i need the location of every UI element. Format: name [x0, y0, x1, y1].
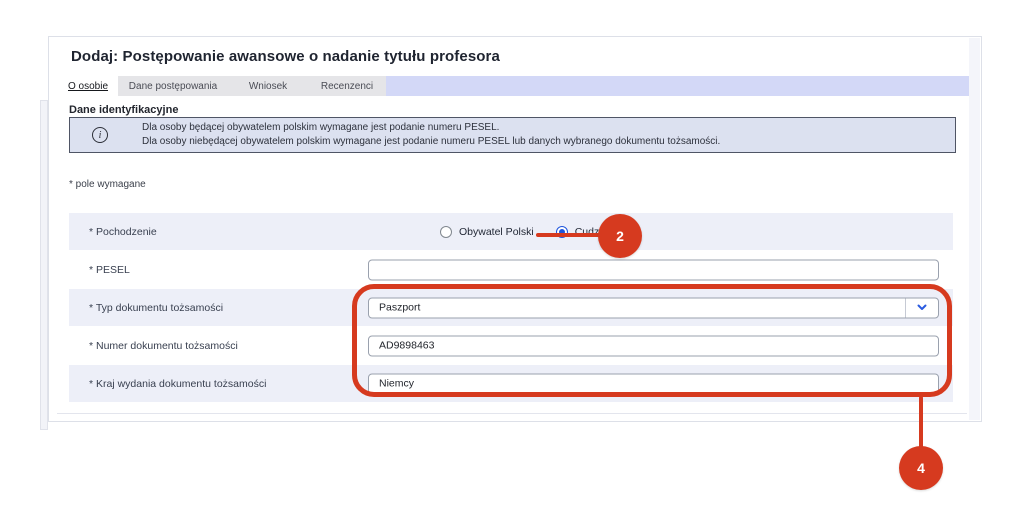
typ-dokumentu-select[interactable]: Paszport [368, 297, 939, 318]
annotation-line-2 [536, 233, 600, 237]
tab-wniosek[interactable]: Wniosek [228, 76, 308, 96]
screen: Dodaj: Postępowanie awansowe o nadanie t… [0, 0, 1024, 522]
field-label: * Pochodzenie [89, 226, 157, 238]
tab-o-osobie[interactable]: O osobie [58, 76, 118, 96]
field-label: * Kraj wydania dokumentu tożsamości [89, 378, 266, 390]
tab-bar: O osobie Dane postępowania Wniosek Recen… [58, 76, 969, 96]
info-line-1: Dla osoby będącej obywatelem polskim wym… [142, 121, 720, 135]
info-text: Dla osoby będącej obywatelem polskim wym… [142, 121, 720, 149]
background-page-edge [40, 100, 48, 430]
numer-dokumentu-input[interactable] [368, 335, 939, 356]
info-line-2: Dla osoby niebędącej obywatelem polskim … [142, 135, 720, 149]
info-circle-icon: i [92, 127, 108, 143]
annotation-badge-4: 4 [899, 446, 943, 490]
tab-dane-postepowania[interactable]: Dane postępowania [118, 76, 228, 96]
radio-unselected-icon [440, 226, 452, 238]
tab-recenzenci[interactable]: Recenzenci [308, 76, 386, 96]
field-label: * PESEL [89, 264, 130, 276]
kraj-wydania-input[interactable] [368, 373, 939, 394]
field-label: * Typ dokumentu tożsamości [89, 302, 223, 314]
page-title: Dodaj: Postępowanie awansowe o nadanie t… [71, 48, 500, 65]
annotation-line-4 [919, 396, 923, 448]
annotation-badge-2: 2 [598, 214, 642, 258]
pesel-input[interactable] [368, 259, 939, 280]
scrollbar-track[interactable] [969, 38, 980, 420]
form-row-numer-dokumentu: * Numer dokumentu tożsamości [69, 327, 953, 364]
form-row-kraj-wydania: * Kraj wydania dokumentu tożsamości [69, 365, 953, 402]
form-row-typ-dokumentu: * Typ dokumentu tożsamości Paszport [69, 289, 953, 326]
field-label: * Numer dokumentu tożsamości [89, 340, 238, 352]
required-field-note: * pole wymagane [69, 179, 146, 190]
tab-bar-filler [386, 76, 969, 96]
panel-bottom-divider [57, 413, 967, 414]
section-heading: Dane identyfikacyjne [69, 104, 178, 116]
form-row-pesel: * PESEL [69, 251, 953, 288]
identification-form: * Pochodzenie Obywatel Polski Cudzoziemi… [69, 213, 953, 403]
info-box: i Dla osoby będącej obywatelem polskim w… [69, 117, 956, 153]
add-procedure-panel: Dodaj: Postępowanie awansowe o nadanie t… [48, 36, 982, 422]
selected-value: Paszport [369, 302, 420, 314]
radio-obywatel-polski[interactable]: Obywatel Polski [440, 226, 534, 238]
form-row-pochodzenie: * Pochodzenie Obywatel Polski Cudzoziemi… [69, 213, 953, 250]
chevron-down-icon[interactable] [905, 298, 938, 317]
